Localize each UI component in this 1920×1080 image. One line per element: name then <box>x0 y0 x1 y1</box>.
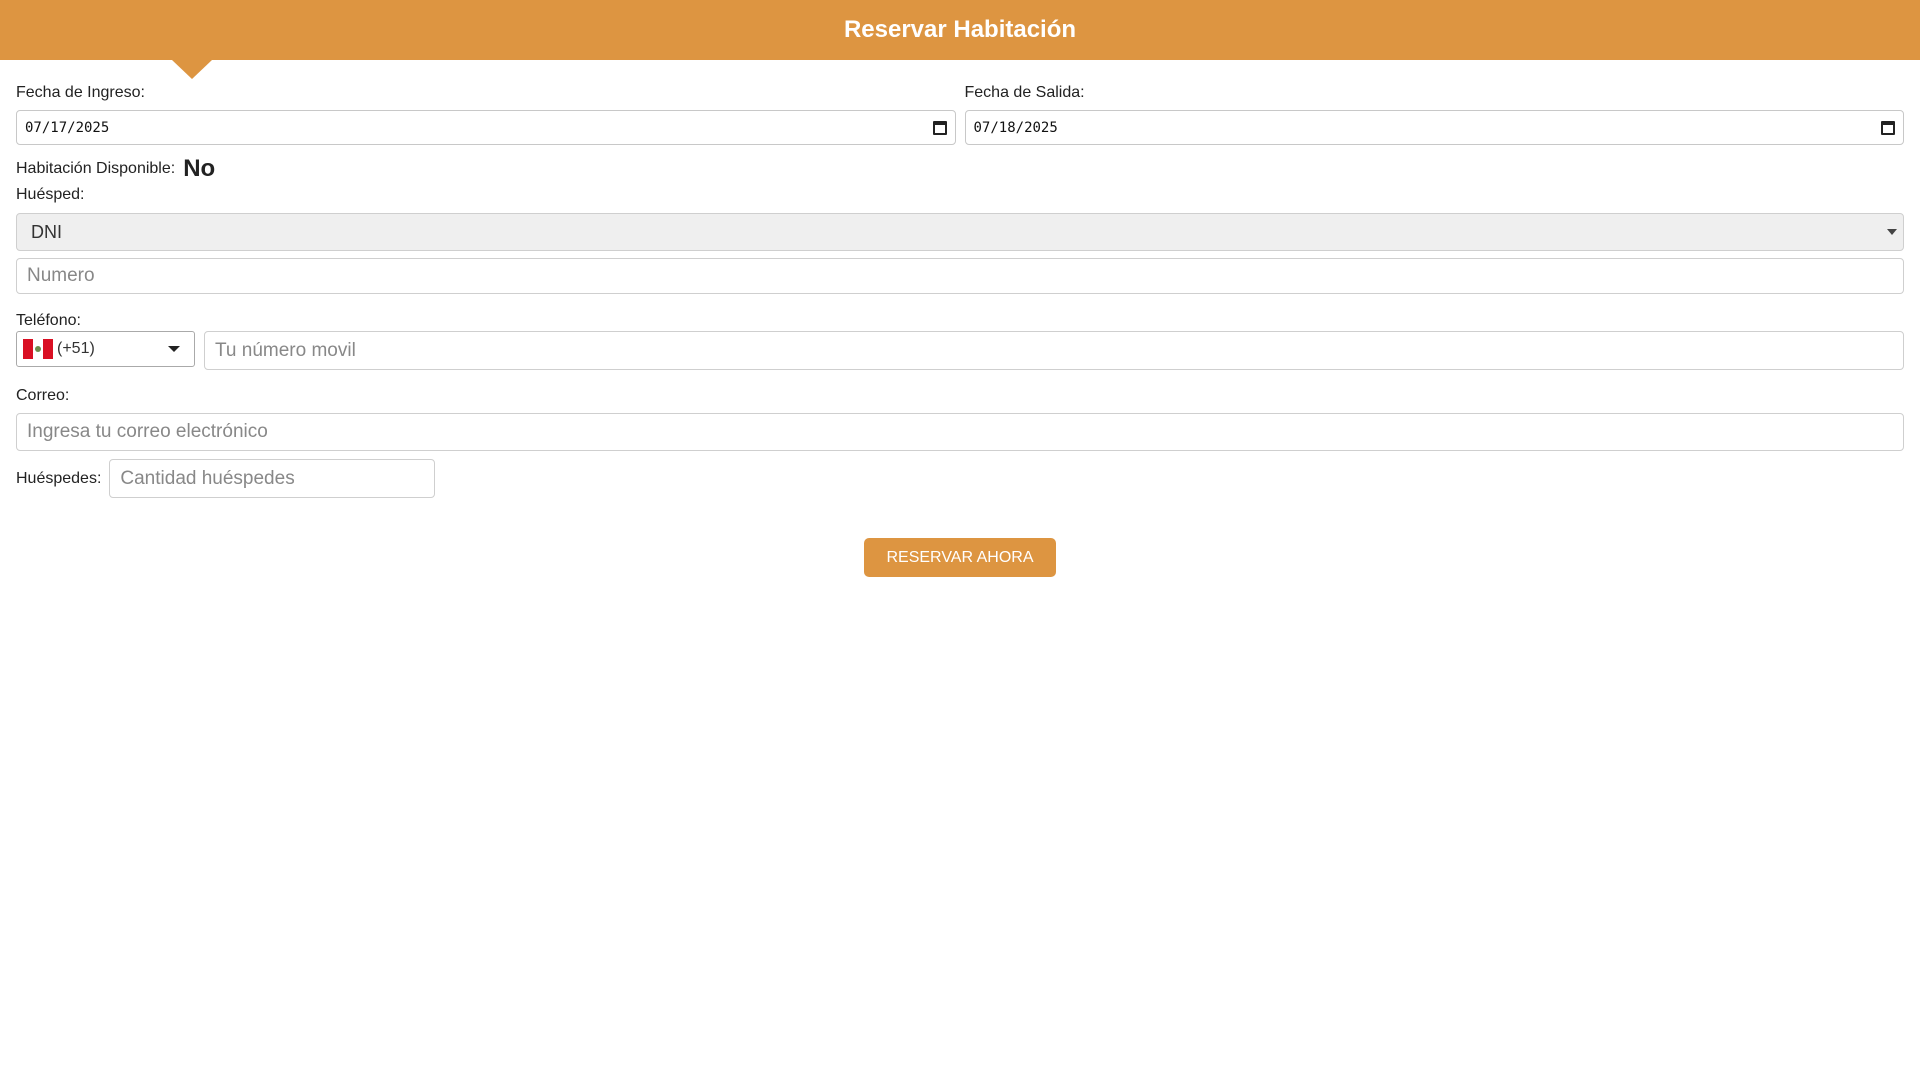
availability-value: No <box>183 155 216 182</box>
checkout-label: Fecha de Salida: <box>964 84 1085 101</box>
checkin-label: Fecha de Ingreso: <box>16 84 145 101</box>
phone-label: Teléfono: <box>16 312 81 329</box>
guest-label: Huésped: <box>16 186 85 203</box>
country-code-value: (+51) <box>57 340 95 357</box>
email-placeholder: Ingresa tu correo electrónico <box>27 421 268 442</box>
reserve-now-button[interactable]: RESERVAR AHORA <box>864 538 1056 577</box>
guests-count-placeholder: Cantidad huéspedes <box>120 467 295 489</box>
document-number-input[interactable]: Numero <box>16 258 1904 294</box>
checkout-date-input[interactable]: 07/18/2025 <box>964 110 1904 145</box>
chevron-down-icon <box>1887 229 1897 235</box>
document-type-value: DNI <box>31 221 62 242</box>
checkin-date-input[interactable]: 07/17/2025 <box>16 110 956 145</box>
page-header: Reservar Habitación <box>0 0 1920 79</box>
calendar-icon[interactable] <box>1881 120 1895 135</box>
chevron-down-icon <box>168 346 180 352</box>
phone-placeholder: Tu número movil <box>215 339 356 361</box>
email-label: Correo: <box>16 387 70 404</box>
guests-count-label: Huéspedes: <box>16 469 102 487</box>
document-number-placeholder: Numero <box>27 265 95 286</box>
checkout-date-value: 07/18/2025 <box>973 119 1058 136</box>
country-code-select[interactable]: (+51) <box>16 331 195 367</box>
email-input[interactable]: Ingresa tu correo electrónico <box>16 413 1904 451</box>
reservation-form: Fecha de Ingreso: 07/17/2025 Fecha de Sa… <box>0 60 1920 577</box>
page-title: Reservar Habitación <box>843 16 1077 43</box>
availability-label: Habitación Disponible: <box>16 160 176 177</box>
guests-count-input[interactable]: Cantidad huéspedes <box>109 459 436 498</box>
checkin-date-value: 07/17/2025 <box>25 119 110 136</box>
phone-input[interactable]: Tu número movil <box>204 331 1904 370</box>
availability-row: Habitación Disponible: No <box>16 154 1904 184</box>
peru-flag-icon <box>23 339 53 359</box>
document-type-select[interactable]: DNI <box>16 213 1904 251</box>
header-notch <box>172 60 212 79</box>
calendar-icon[interactable] <box>932 120 947 135</box>
